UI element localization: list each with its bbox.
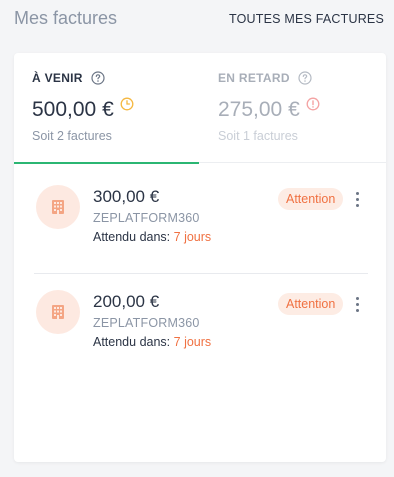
more-options-icon[interactable]: [350, 188, 364, 210]
help-icon[interactable]: [298, 71, 312, 85]
tab-late[interactable]: EN RETARD 275,00 € Soit 1 factures: [200, 53, 386, 163]
alert-circle-icon: [306, 97, 320, 111]
clock-icon: [120, 97, 134, 111]
invoices-card: À VENIR 500,00 € Soit 2 factures EN RETA…: [14, 53, 386, 462]
due-label: Attendu dans:: [93, 230, 171, 244]
building-icon: [52, 305, 64, 319]
invoice-item[interactable]: 200,00 € ZEPLATFORM360 Attendu dans: 7 j…: [34, 273, 368, 365]
tab-late-label-row: EN RETARD: [218, 71, 312, 85]
tab-late-label: EN RETARD: [218, 71, 290, 85]
status-badge: Attention: [278, 188, 344, 210]
all-invoices-link[interactable]: TOUTES MES FACTURES: [229, 12, 384, 26]
invoice-item[interactable]: 300,00 € ZEPLATFORM360 Attendu dans: 7 j…: [34, 181, 368, 273]
more-options-icon[interactable]: [350, 293, 364, 315]
due-value: 7 jours: [173, 230, 212, 244]
tab-upcoming[interactable]: À VENIR 500,00 € Soit 2 factures: [14, 53, 200, 164]
due-value: 7 jours: [173, 335, 212, 349]
section-header: Mes factures TOUTES MES FACTURES: [0, 0, 394, 40]
tab-upcoming-label: À VENIR: [32, 71, 83, 85]
invoice-due: Attendu dans: 7 jours: [93, 230, 211, 244]
tab-upcoming-amount: 500,00 €: [32, 98, 114, 121]
tab-late-amount-row: 275,00 €: [218, 97, 320, 122]
tab-upcoming-amount-row: 500,00 €: [32, 97, 134, 122]
invoice-supplier: ZEPLATFORM360: [93, 316, 200, 330]
invoice-supplier: ZEPLATFORM360: [93, 211, 200, 225]
help-icon[interactable]: [91, 71, 105, 85]
status-badge: Attention: [278, 293, 344, 315]
tab-upcoming-count: Soit 2 factures: [32, 129, 112, 143]
invoice-due: Attendu dans: 7 jours: [93, 335, 211, 349]
building-icon: [52, 200, 64, 214]
tab-late-amount: 275,00 €: [218, 98, 300, 121]
active-tab-indicator: [14, 162, 199, 164]
invoice-amount: 300,00 €: [93, 187, 160, 206]
section-title: Mes factures: [14, 8, 118, 28]
supplier-avatar: [36, 185, 80, 229]
invoice-tabs: À VENIR 500,00 € Soit 2 factures EN RETA…: [14, 53, 386, 164]
due-label: Attendu dans:: [93, 335, 171, 349]
supplier-avatar: [36, 290, 80, 334]
tab-upcoming-label-row: À VENIR: [32, 71, 105, 85]
invoice-amount: 200,00 €: [93, 292, 160, 311]
tab-late-count: Soit 1 factures: [218, 129, 298, 143]
